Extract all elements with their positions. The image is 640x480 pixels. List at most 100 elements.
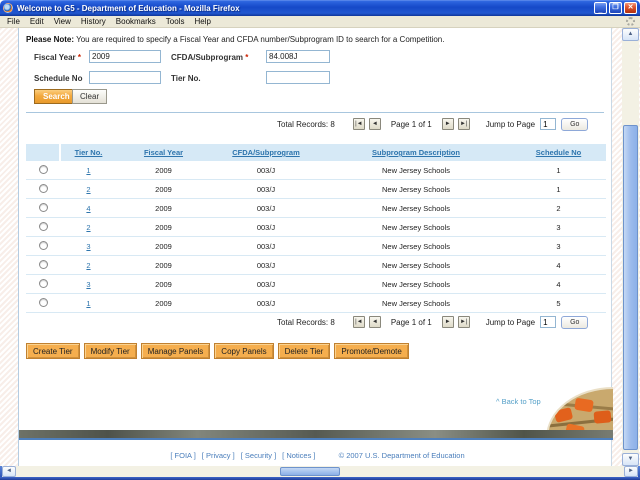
row-radio-button[interactable] bbox=[39, 184, 48, 193]
total-records-label: Total Records: 8 bbox=[277, 120, 335, 129]
action-button[interactable]: Copy Panels bbox=[214, 343, 273, 359]
action-button[interactable]: Promote/Demote bbox=[334, 343, 408, 359]
scroll-down-icon: ▼ bbox=[628, 456, 634, 462]
last-page-icon: ►| bbox=[460, 319, 468, 325]
scroll-right-button[interactable]: ► bbox=[624, 466, 638, 477]
window-title: Welcome to G5 - Department of Education … bbox=[17, 4, 594, 13]
cfda-input[interactable] bbox=[266, 50, 330, 63]
tier-no-input[interactable] bbox=[266, 71, 330, 84]
cfda-cell: 003/J bbox=[211, 280, 321, 289]
action-button[interactable]: Create Tier bbox=[26, 343, 80, 359]
throbber-icon bbox=[626, 17, 635, 26]
jump-to-page-input[interactable] bbox=[540, 118, 556, 130]
menu-item[interactable]: Bookmarks bbox=[111, 17, 161, 26]
jump-to-page-input[interactable] bbox=[540, 316, 556, 328]
results-table: Tier No. Fiscal Year CFDA/Subprogram Sub… bbox=[26, 144, 606, 313]
cfda-label-text: CFDA/Subprogram bbox=[171, 53, 243, 62]
fiscal-year-cell: 2009 bbox=[116, 280, 211, 289]
next-page-button[interactable]: ► bbox=[442, 118, 454, 130]
menu-item[interactable]: Edit bbox=[25, 17, 49, 26]
tier-link[interactable]: 1 bbox=[86, 166, 90, 175]
scroll-left-button[interactable]: ◄ bbox=[2, 466, 16, 477]
vertical-scrollbar[interactable]: ▲ ▼ bbox=[622, 28, 639, 466]
restore-button[interactable]: ❐ bbox=[609, 2, 622, 14]
column-header-subprogram-description[interactable]: Subprogram Description bbox=[372, 148, 460, 157]
row-radio-button[interactable] bbox=[39, 241, 48, 250]
last-page-button[interactable]: ►| bbox=[458, 118, 470, 130]
subprogram-description-cell: New Jersey Schools bbox=[321, 280, 511, 289]
fiscal-year-cell: 2009 bbox=[116, 204, 211, 213]
schedule-no-input[interactable] bbox=[89, 71, 161, 84]
form-results-divider bbox=[26, 112, 604, 113]
last-page-button[interactable]: ►| bbox=[458, 316, 470, 328]
schedule-no-cell: 4 bbox=[511, 261, 606, 270]
tier-link[interactable]: 2 bbox=[86, 261, 90, 270]
notice-label: Please Note: bbox=[26, 35, 74, 44]
cfda-cell: 003/J bbox=[211, 204, 321, 213]
menu-item[interactable]: Help bbox=[189, 17, 215, 26]
schedule-no-cell: 3 bbox=[511, 242, 606, 251]
footer-link[interactable]: [ FOIA ] bbox=[170, 451, 195, 460]
row-radio-button[interactable] bbox=[39, 165, 48, 174]
horizontal-scrollbar[interactable]: ◄ ► bbox=[2, 466, 638, 477]
go-button[interactable]: Go bbox=[561, 316, 588, 329]
subprogram-description-cell: New Jersey Schools bbox=[321, 166, 511, 175]
page-indicator: Page 1 of 1 bbox=[391, 318, 432, 327]
tier-link[interactable]: 2 bbox=[86, 185, 90, 194]
column-header-cfda-subprogram[interactable]: CFDA/Subprogram bbox=[232, 148, 300, 157]
row-radio-button[interactable] bbox=[39, 222, 48, 231]
next-page-icon: ► bbox=[445, 319, 451, 325]
footer-link[interactable]: [ Security ] bbox=[241, 451, 276, 460]
back-to-top-link[interactable]: ^ Back to Top bbox=[496, 397, 541, 406]
menu-item[interactable]: File bbox=[2, 17, 25, 26]
column-header-schedule-no[interactable]: Schedule No bbox=[536, 148, 581, 157]
pagination-bottom: Total Records: 8 |◄ ◄ Page 1 of 1 ► ►| J… bbox=[277, 315, 588, 329]
clear-button[interactable]: Clear bbox=[72, 89, 107, 104]
first-page-button[interactable]: |◄ bbox=[353, 316, 365, 328]
schedule-no-cell: 1 bbox=[511, 185, 606, 194]
prev-page-button[interactable]: ◄ bbox=[369, 118, 381, 130]
scroll-down-button[interactable]: ▼ bbox=[622, 453, 639, 466]
scroll-up-button[interactable]: ▲ bbox=[622, 28, 639, 41]
jump-to-page-label: Jump to Page bbox=[486, 120, 535, 129]
first-page-button[interactable]: |◄ bbox=[353, 118, 365, 130]
tier-link[interactable]: 3 bbox=[86, 280, 90, 289]
tier-link[interactable]: 3 bbox=[86, 242, 90, 251]
tier-link[interactable]: 4 bbox=[86, 204, 90, 213]
tier-link[interactable]: 2 bbox=[86, 223, 90, 232]
action-button[interactable]: Delete Tier bbox=[278, 343, 331, 359]
footer-link[interactable]: [ Notices ] bbox=[282, 451, 315, 460]
row-radio-button[interactable] bbox=[39, 203, 48, 212]
menu-item[interactable]: History bbox=[76, 17, 111, 26]
minimize-button[interactable]: _ bbox=[594, 2, 607, 14]
table-row: 2 2009 003/J New Jersey Schools 4 bbox=[26, 256, 606, 275]
prev-page-icon: ◄ bbox=[372, 121, 378, 127]
action-button[interactable]: Modify Tier bbox=[84, 343, 137, 359]
required-asterisk: * bbox=[78, 53, 81, 62]
next-page-button[interactable]: ► bbox=[442, 316, 454, 328]
schedule-no-cell: 2 bbox=[511, 204, 606, 213]
action-button-bar: Create TierModify TierManage PanelsCopy … bbox=[26, 343, 409, 359]
action-button[interactable]: Manage Panels bbox=[141, 343, 211, 359]
prev-page-button[interactable]: ◄ bbox=[369, 316, 381, 328]
row-radio-button[interactable] bbox=[39, 279, 48, 288]
menu-item[interactable]: Tools bbox=[161, 17, 190, 26]
tier-no-label: Tier No. bbox=[171, 74, 201, 83]
close-icon: ✕ bbox=[628, 4, 634, 11]
horizontal-scrollbar-thumb[interactable] bbox=[280, 467, 340, 476]
menu-item[interactable]: View bbox=[49, 17, 76, 26]
column-header-fiscal-year[interactable]: Fiscal Year bbox=[144, 148, 183, 157]
firefox-icon bbox=[3, 3, 13, 13]
column-header-tier-no[interactable]: Tier No. bbox=[75, 148, 103, 157]
prev-page-icon: ◄ bbox=[372, 319, 378, 325]
schedule-no-label: Schedule No bbox=[34, 74, 82, 83]
row-radio-button[interactable] bbox=[39, 260, 48, 269]
go-button[interactable]: Go bbox=[561, 118, 588, 131]
close-button[interactable]: ✕ bbox=[624, 2, 637, 14]
row-radio-button[interactable] bbox=[39, 298, 48, 307]
tier-link[interactable]: 1 bbox=[86, 299, 90, 308]
footer-link[interactable]: [ Privacy ] bbox=[202, 451, 235, 460]
radio-column-header bbox=[26, 144, 61, 161]
vertical-scrollbar-thumb[interactable] bbox=[623, 125, 638, 450]
fiscal-year-input[interactable] bbox=[89, 50, 161, 63]
